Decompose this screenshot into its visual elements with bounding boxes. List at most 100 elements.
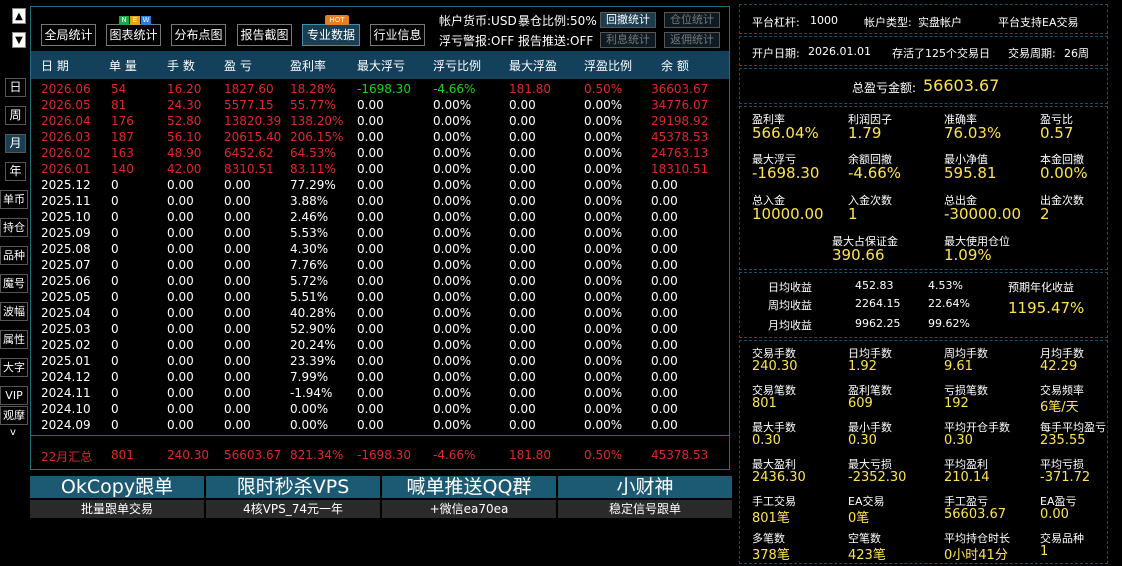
table-row[interactable]: 2026.02 163 48.90 6452.62 64.53% 0.00 0.00% 0.0… xyxy=(31,145,729,161)
cell-date: 2024.12 xyxy=(41,370,91,384)
cell-orders: 0 xyxy=(111,338,119,352)
table-row[interactable]: 2025.04 0 0.00 0.00 40.28% 0.00 0.00% 0.00 0.00%… xyxy=(31,305,729,321)
cell-balance: 0.00 xyxy=(651,418,678,432)
single-currency-button[interactable]: 单币 xyxy=(0,190,28,209)
cell-date: 2024.09 xyxy=(41,418,91,432)
scroll-down-icon[interactable]: ▼ xyxy=(12,32,26,48)
cell-balance: 36603.67 xyxy=(651,82,709,96)
distribution-chart-button[interactable]: 分布点图 xyxy=(171,24,226,46)
table-row[interactable]: 2024.11 0 0.00 0.00 -1.94% 0.00 0.00% 0.00 0.00%… xyxy=(31,385,729,401)
col-float-profit-ratio: 浮盈比例 xyxy=(584,59,633,73)
global-stats-button[interactable]: 全局统计 xyxy=(41,24,96,46)
cell-max-float-loss: 0.00 xyxy=(357,386,384,400)
cell-max-float-profit: 0.00 xyxy=(509,418,536,432)
table-row[interactable]: 2025.01 0 0.00 0.00 23.39% 0.00 0.00% 0.00 0.00%… xyxy=(31,353,729,369)
promo-vps-sub[interactable]: 4核VPS_74元一年 xyxy=(206,500,380,518)
period-month-button[interactable]: 月 xyxy=(5,134,26,153)
cell-date: 2024.11 xyxy=(41,386,91,400)
deposit-count-value: 1 xyxy=(848,205,858,223)
table-row[interactable]: 2025.10 0 0.00 0.00 2.46% 0.00 0.00% 0.00 0.00% 0… xyxy=(31,209,729,225)
cell-profit-rate: 55.77% xyxy=(290,98,336,112)
table-row[interactable]: 2025.09 0 0.00 0.00 5.53% 0.00 0.00% 0.00 0.00% 0… xyxy=(31,225,729,241)
cell-orders: 140 xyxy=(111,162,134,176)
cell-orders: 54 xyxy=(111,82,127,96)
cell-orders: 0 xyxy=(111,290,119,304)
cell-float-profit-ratio: 0.00% xyxy=(584,162,623,176)
chevron-down-icon[interactable]: v xyxy=(10,427,16,438)
promo-xiaocaishen[interactable]: 小财神 xyxy=(558,476,732,498)
report-screenshot-button[interactable]: 报告截图 xyxy=(237,24,292,46)
table-row[interactable]: 2024.09 0 0.00 0.00 0.00% 0.00 0.00% 0.00 0.00% 0… xyxy=(31,417,729,433)
cell-balance: 45378.53 xyxy=(651,130,709,144)
table-row[interactable]: 2026.05 81 24.30 5577.15 55.77% 0.00 0.00% 0.00… xyxy=(31,97,729,113)
attributes-button[interactable]: 属性 xyxy=(0,330,28,349)
cell-max-float-loss: 0.00 xyxy=(357,418,384,432)
table-row[interactable]: 2025.11 0 0.00 0.00 3.88% 0.00 0.00% 0.00 0.00% 0… xyxy=(31,193,729,209)
promo-okcopy[interactable]: OkCopy跟单 xyxy=(30,476,204,498)
promo-xiaocaishen-sub[interactable]: 稳定信号跟单 xyxy=(558,500,732,518)
summary-orders: 801 xyxy=(111,448,134,462)
key-metrics-box: 盈利率 566.04% 利润因子 1.79 准确率 76.03% 盈亏比 0.57 最大浮亏 -1… xyxy=(739,106,1108,270)
table-row[interactable]: 2024.10 0 0.00 0.00 0.00% 0.00 0.00% 0.00 0.00% 0… xyxy=(31,401,729,417)
magic-number-button[interactable]: 魔号 xyxy=(0,274,28,293)
pro-data-button[interactable]: 专业数据 HOT xyxy=(302,15,360,46)
chart-stats-button[interactable]: 图表统计 N E W xyxy=(106,16,161,46)
table-row[interactable]: 2025.05 0 0.00 0.00 5.51% 0.00 0.00% 0.00 0.00% 0… xyxy=(31,289,729,305)
cell-max-float-profit: 0.00 xyxy=(509,322,536,336)
period-year-button[interactable]: 年 xyxy=(5,162,26,181)
cell-date: 2026.05 xyxy=(41,98,91,112)
withdrawal-count-value: 2 xyxy=(1040,205,1050,223)
cell-lots: 56.10 xyxy=(167,130,202,144)
cell-balance: 0.00 xyxy=(651,242,678,256)
table-row[interactable]: 2026.01 140 42.00 8310.51 83.11% 0.00 0.00% 0.0… xyxy=(31,161,729,177)
promo-okcopy-sub[interactable]: 批量跟单交易 xyxy=(30,500,204,518)
cell-float-loss-ratio: 0.00% xyxy=(433,226,472,240)
rebate-stats-button[interactable]: 返佣统计 xyxy=(664,32,720,48)
cell-lots: 0.00 xyxy=(167,258,194,272)
table-row[interactable]: 2025.06 0 0.00 0.00 5.72% 0.00 0.00% 0.00 0.00% 0… xyxy=(31,273,729,289)
scroll-up-icon[interactable]: ▲ xyxy=(12,8,26,24)
period-week-button[interactable]: 周 xyxy=(5,106,26,125)
cell-balance: 24763.13 xyxy=(651,146,709,160)
period-day-button[interactable]: 日 xyxy=(5,78,26,97)
summary-divider xyxy=(31,435,729,436)
table-row[interactable]: 2026.03 187 56.10 20615.40 206.15% 0.00 0.00% 0… xyxy=(31,129,729,145)
cell-float-profit-ratio: 0.00% xyxy=(584,386,623,400)
loss-count-value: 192 xyxy=(944,396,969,411)
cell-float-loss-ratio: 0.00% xyxy=(433,114,472,128)
pro-data-label: 专业数据 xyxy=(306,28,355,42)
symbol-button[interactable]: 品种 xyxy=(0,246,28,265)
trade-cycle-label: 交易周期: xyxy=(1008,47,1056,60)
table-row[interactable]: 2026.06 54 16.20 1827.60 18.28% -1698.30 -4.66… xyxy=(31,81,729,97)
cell-balance: 29198.92 xyxy=(651,114,709,128)
promo-vps[interactable]: 限时秒杀VPS xyxy=(206,476,380,498)
large-font-button[interactable]: 大字 xyxy=(0,358,28,377)
observe-button[interactable]: 观摩 xyxy=(0,406,28,425)
cell-float-loss-ratio: 0.00% xyxy=(433,306,472,320)
cell-max-float-profit: 0.00 xyxy=(509,290,536,304)
cell-float-profit-ratio: 0.00% xyxy=(584,178,623,192)
col-date: 日 期 xyxy=(41,59,69,73)
avg-open-lots-value: 0.30 xyxy=(944,433,973,448)
table-row[interactable]: 2025.03 0 0.00 0.00 52.90% 0.00 0.00% 0.00 0.00%… xyxy=(31,321,729,337)
table-row[interactable]: 2026.04 176 52.80 13820.39 138.20% 0.00 0.00% 0… xyxy=(31,113,729,129)
cell-float-profit-ratio: 0.50% xyxy=(584,82,623,96)
holdings-button[interactable]: 持仓 xyxy=(0,218,28,237)
drawdown-stats-button[interactable]: 回撤统计 xyxy=(600,12,656,28)
table-row[interactable]: 2025.02 0 0.00 0.00 20.24% 0.00 0.00% 0.00 0.00%… xyxy=(31,337,729,353)
table-row[interactable]: 2024.12 0 0.00 0.00 7.99% 0.00 0.00% 0.00 0.00% 0… xyxy=(31,369,729,385)
industry-info-button[interactable]: 行业信息 xyxy=(370,24,425,46)
interest-stats-button[interactable]: 利息统计 xyxy=(600,32,656,48)
table-row[interactable]: 2025.12 0 0.00 0.00 77.29% 0.00 0.00% 0.00 0.00%… xyxy=(31,177,729,193)
cell-profit-rate: 5.53% xyxy=(290,226,329,240)
position-stats-button[interactable]: 仓位统计 xyxy=(664,12,720,28)
table-row[interactable]: 2025.08 0 0.00 0.00 4.30% 0.00 0.00% 0.00 0.00% 0… xyxy=(31,241,729,257)
vip-button[interactable]: VIP xyxy=(0,386,28,405)
promo-qq-group[interactable]: 喊单推送QQ群 xyxy=(382,476,556,498)
volatility-button[interactable]: 波幅 xyxy=(0,302,28,321)
cell-date: 2026.02 xyxy=(41,146,91,160)
table-row[interactable]: 2025.07 0 0.00 0.00 7.76% 0.00 0.00% 0.00 0.00% 0… xyxy=(31,257,729,273)
promo-qq-group-sub[interactable]: +微信ea70ea xyxy=(382,500,556,518)
cell-float-loss-ratio: 0.00% xyxy=(433,402,472,416)
pl-ratio-value: 0.57 xyxy=(1040,124,1074,142)
